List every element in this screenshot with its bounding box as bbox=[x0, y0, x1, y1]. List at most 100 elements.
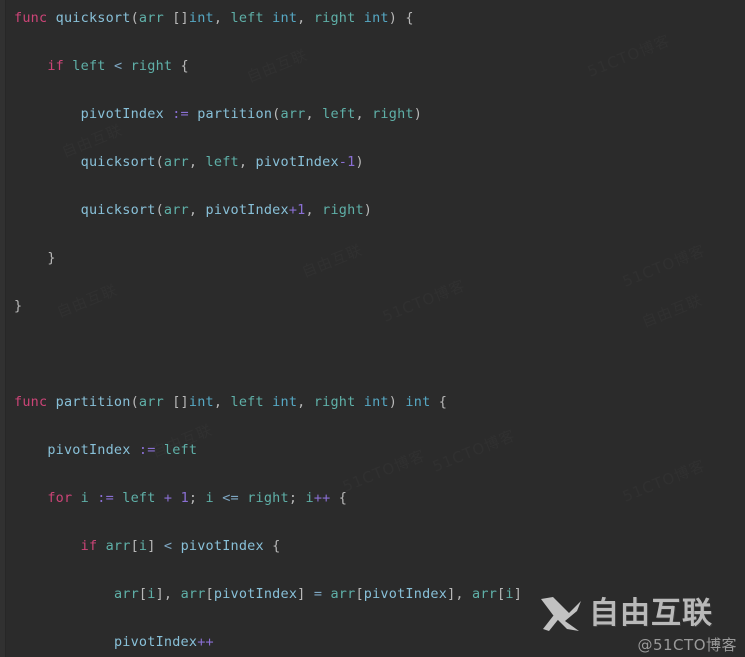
code-block[interactable]: func quicksort(arr []int, left int, righ… bbox=[0, 0, 745, 654]
code-token-pun: [] bbox=[172, 394, 189, 410]
code-line[interactable] bbox=[14, 270, 745, 294]
code-token-id: i bbox=[147, 586, 156, 602]
code-token-pun: ( bbox=[155, 202, 164, 218]
code-token-id: arr bbox=[180, 586, 206, 602]
code-token-op: - bbox=[338, 154, 348, 170]
code-token-pun: [ bbox=[130, 538, 139, 554]
code-line[interactable]: pivotIndex := partition(arr, left, right… bbox=[14, 102, 745, 126]
code-line[interactable] bbox=[14, 174, 745, 198]
code-line[interactable]: func quicksort(arr []int, left int, righ… bbox=[14, 6, 745, 30]
code-token-pun: , bbox=[213, 10, 231, 26]
code-token-pun bbox=[355, 394, 363, 410]
code-line[interactable]: func partition(arr []int, left int, righ… bbox=[14, 390, 745, 414]
code-token-pun bbox=[172, 490, 180, 506]
code-line[interactable] bbox=[14, 222, 745, 246]
code-token-pun bbox=[122, 58, 130, 74]
code-token-fn: pivotIndex bbox=[80, 106, 164, 122]
code-token-num: 1 bbox=[180, 490, 189, 506]
code-token-pun bbox=[189, 106, 197, 122]
code-line[interactable] bbox=[14, 462, 745, 486]
code-line[interactable] bbox=[14, 342, 745, 366]
code-token-pun: ( bbox=[272, 106, 281, 122]
code-line[interactable]: quicksort(arr, left, pivotIndex-1) bbox=[14, 150, 745, 174]
code-token-id: right bbox=[313, 10, 356, 26]
code-token-pun bbox=[239, 490, 247, 506]
code-token-pun: ) bbox=[413, 106, 423, 122]
code-token-pun: ] bbox=[513, 586, 523, 602]
code-token-pun: ] bbox=[147, 538, 156, 554]
code-token-id: arr bbox=[280, 106, 306, 122]
code-token-id: arr bbox=[105, 538, 131, 554]
code-line[interactable] bbox=[14, 606, 745, 630]
code-token-pun: , bbox=[188, 202, 206, 218]
code-token-pun bbox=[97, 538, 105, 554]
code-line[interactable]: arr[i], arr[pivotIndex] = arr[pivotIndex… bbox=[14, 582, 745, 606]
code-line[interactable] bbox=[14, 78, 745, 102]
code-token-id: right bbox=[313, 394, 356, 410]
code-token-typ: int bbox=[405, 394, 431, 410]
code-token-id: arr bbox=[138, 10, 164, 26]
code-token-pun bbox=[164, 106, 172, 122]
code-token-typ: int bbox=[363, 394, 389, 410]
code-token-pun: , bbox=[355, 106, 373, 122]
code-line[interactable]: for i := left + 1; i <= right; i++ { bbox=[14, 486, 745, 510]
code-token-pun bbox=[355, 10, 363, 26]
code-token-op: ++ bbox=[197, 634, 214, 650]
code-token-pun: [ bbox=[205, 586, 214, 602]
code-token-pun: [ bbox=[138, 586, 148, 602]
code-token-kw: if bbox=[47, 58, 64, 74]
code-token-op: + bbox=[288, 202, 298, 218]
code-token-id: i bbox=[138, 538, 148, 554]
code-token-id: right bbox=[372, 106, 414, 122]
code-token-pun bbox=[156, 490, 164, 506]
code-line[interactable]: } bbox=[14, 294, 745, 318]
code-token-pun: { bbox=[430, 394, 448, 410]
code-token-pun: , bbox=[238, 154, 256, 170]
code-editor-surface[interactable]: 自由互联 51CTO博客 自由互联 51CTO博客 自由互联 51CTO博客 自由互联 51C… bbox=[0, 0, 745, 657]
code-token-typ: int bbox=[272, 394, 298, 410]
code-token-id: left bbox=[230, 394, 264, 410]
code-token-pun: ) bbox=[388, 394, 406, 410]
code-line[interactable]: if left < right { bbox=[14, 54, 745, 78]
code-token-pun bbox=[131, 442, 139, 458]
code-line[interactable] bbox=[14, 414, 745, 438]
code-line[interactable] bbox=[14, 318, 745, 342]
code-token-pun: , bbox=[297, 10, 314, 26]
code-token-kw: func bbox=[14, 10, 48, 26]
code-token-id: arr bbox=[472, 586, 498, 602]
code-token-pun: , bbox=[305, 106, 323, 122]
code-token-cmp: < bbox=[163, 538, 173, 554]
code-line[interactable] bbox=[14, 30, 745, 54]
code-token-pun bbox=[264, 10, 272, 26]
code-line[interactable] bbox=[14, 126, 745, 150]
code-token-typ: int bbox=[188, 10, 214, 26]
code-token-op: ++ bbox=[313, 490, 331, 506]
code-line[interactable] bbox=[14, 558, 745, 582]
code-token-pun bbox=[47, 394, 55, 410]
code-line[interactable]: pivotIndex++ bbox=[14, 630, 745, 654]
code-token-id: left bbox=[205, 154, 239, 170]
code-line[interactable] bbox=[14, 366, 745, 390]
code-token-id: right bbox=[130, 58, 173, 74]
code-line[interactable]: } bbox=[14, 246, 745, 270]
code-token-pun: ], bbox=[155, 586, 181, 602]
code-line[interactable]: quicksort(arr, pivotIndex+1, right) bbox=[14, 198, 745, 222]
code-token-pun: { bbox=[172, 58, 189, 74]
code-line[interactable] bbox=[14, 510, 745, 534]
code-line[interactable]: if arr[i] < pivotIndex { bbox=[14, 534, 745, 558]
code-token-fn: quicksort bbox=[55, 10, 131, 26]
code-token-pun: ( bbox=[130, 394, 139, 410]
code-token-id: arr bbox=[163, 202, 189, 218]
code-token-pun: { bbox=[330, 490, 348, 506]
code-token-fn: pivotIndex bbox=[363, 586, 448, 602]
code-line[interactable]: pivotIndex := left bbox=[14, 438, 745, 462]
code-token-pun bbox=[47, 10, 55, 26]
code-token-typ: int bbox=[363, 10, 389, 26]
code-token-pun: , bbox=[213, 394, 231, 410]
